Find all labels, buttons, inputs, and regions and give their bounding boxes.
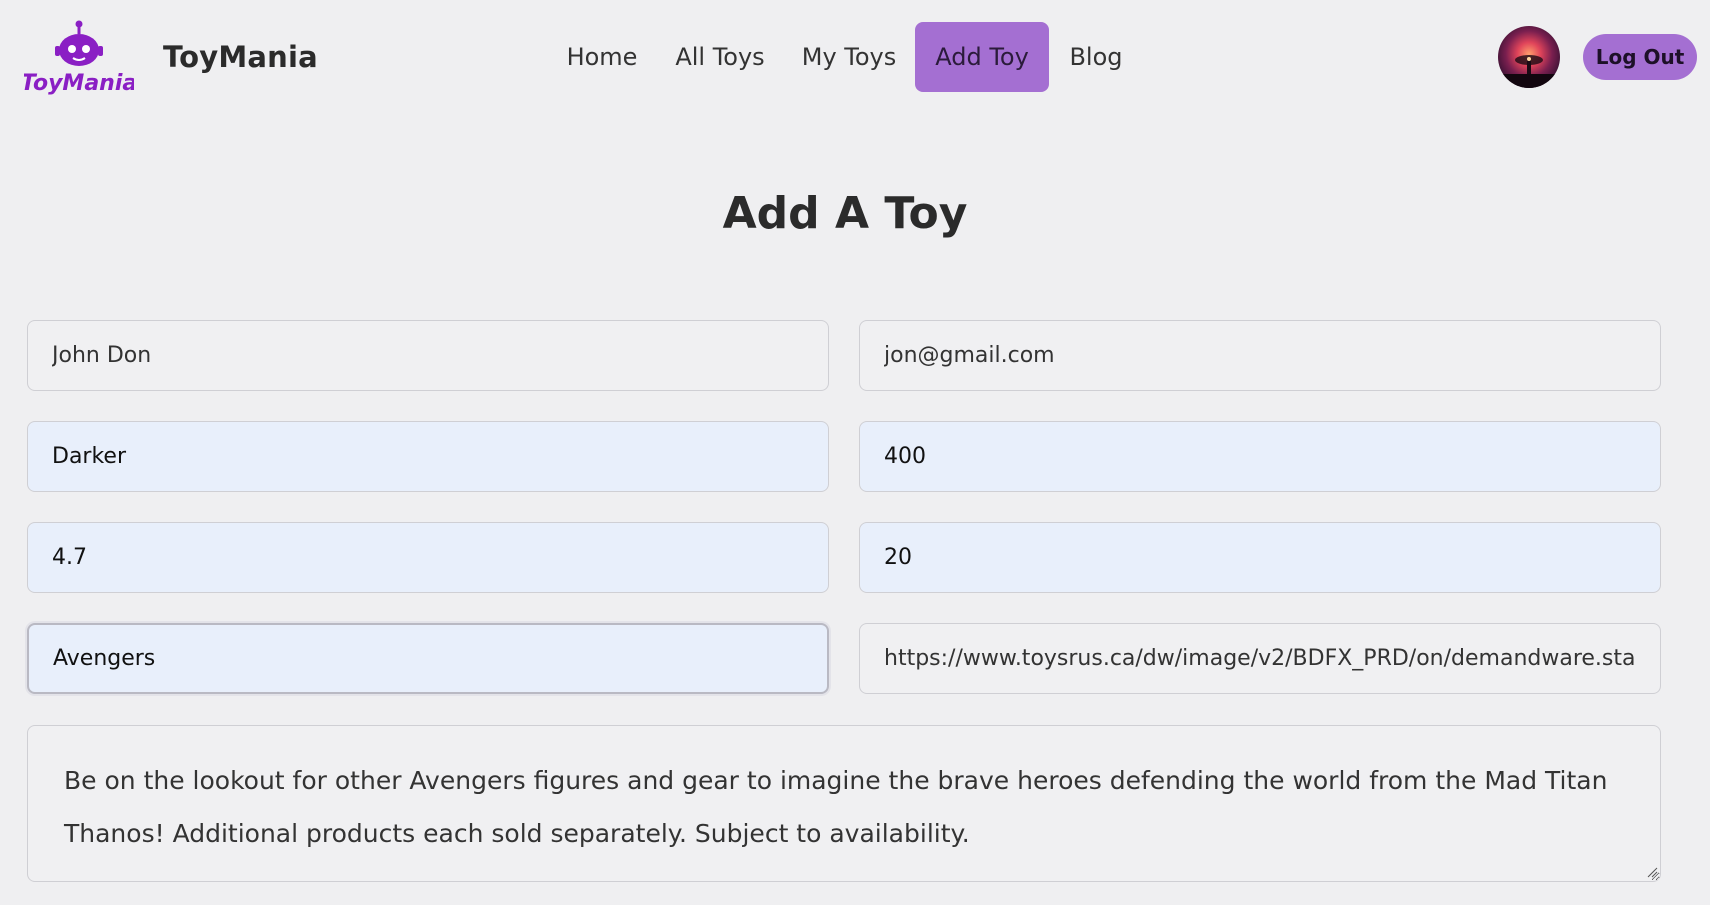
photo-url-field[interactable] [859,623,1661,694]
toy-name-field[interactable] [27,421,829,492]
rating-field[interactable] [27,522,829,593]
seller-email-field[interactable] [859,320,1661,391]
user-avatar[interactable] [1498,26,1560,88]
main-nav: Home All Toys My Toys Add Toy Blog [0,22,1710,92]
logout-button[interactable]: Log Out [1583,34,1697,80]
nav-my-toys[interactable]: My Toys [799,22,899,92]
nav-home[interactable]: Home [556,22,648,92]
nav-blog[interactable]: Blog [1066,22,1126,92]
quantity-field[interactable] [859,522,1661,593]
seller-name-field[interactable] [27,320,829,391]
nav-all-toys[interactable]: All Toys [670,22,770,92]
price-field[interactable] [859,421,1661,492]
page-title: Add A Toy [722,188,968,239]
navbar: ToyMania ToyMania Home All Toys My Toys … [0,0,1710,118]
resize-grip-icon[interactable] [1646,866,1658,878]
nav-add-toy[interactable]: Add Toy [915,22,1049,92]
avatar-image [1498,55,1560,88]
description-textarea[interactable]: Be on the lookout for other Avengers fig… [27,725,1661,882]
category-field[interactable] [27,623,829,694]
